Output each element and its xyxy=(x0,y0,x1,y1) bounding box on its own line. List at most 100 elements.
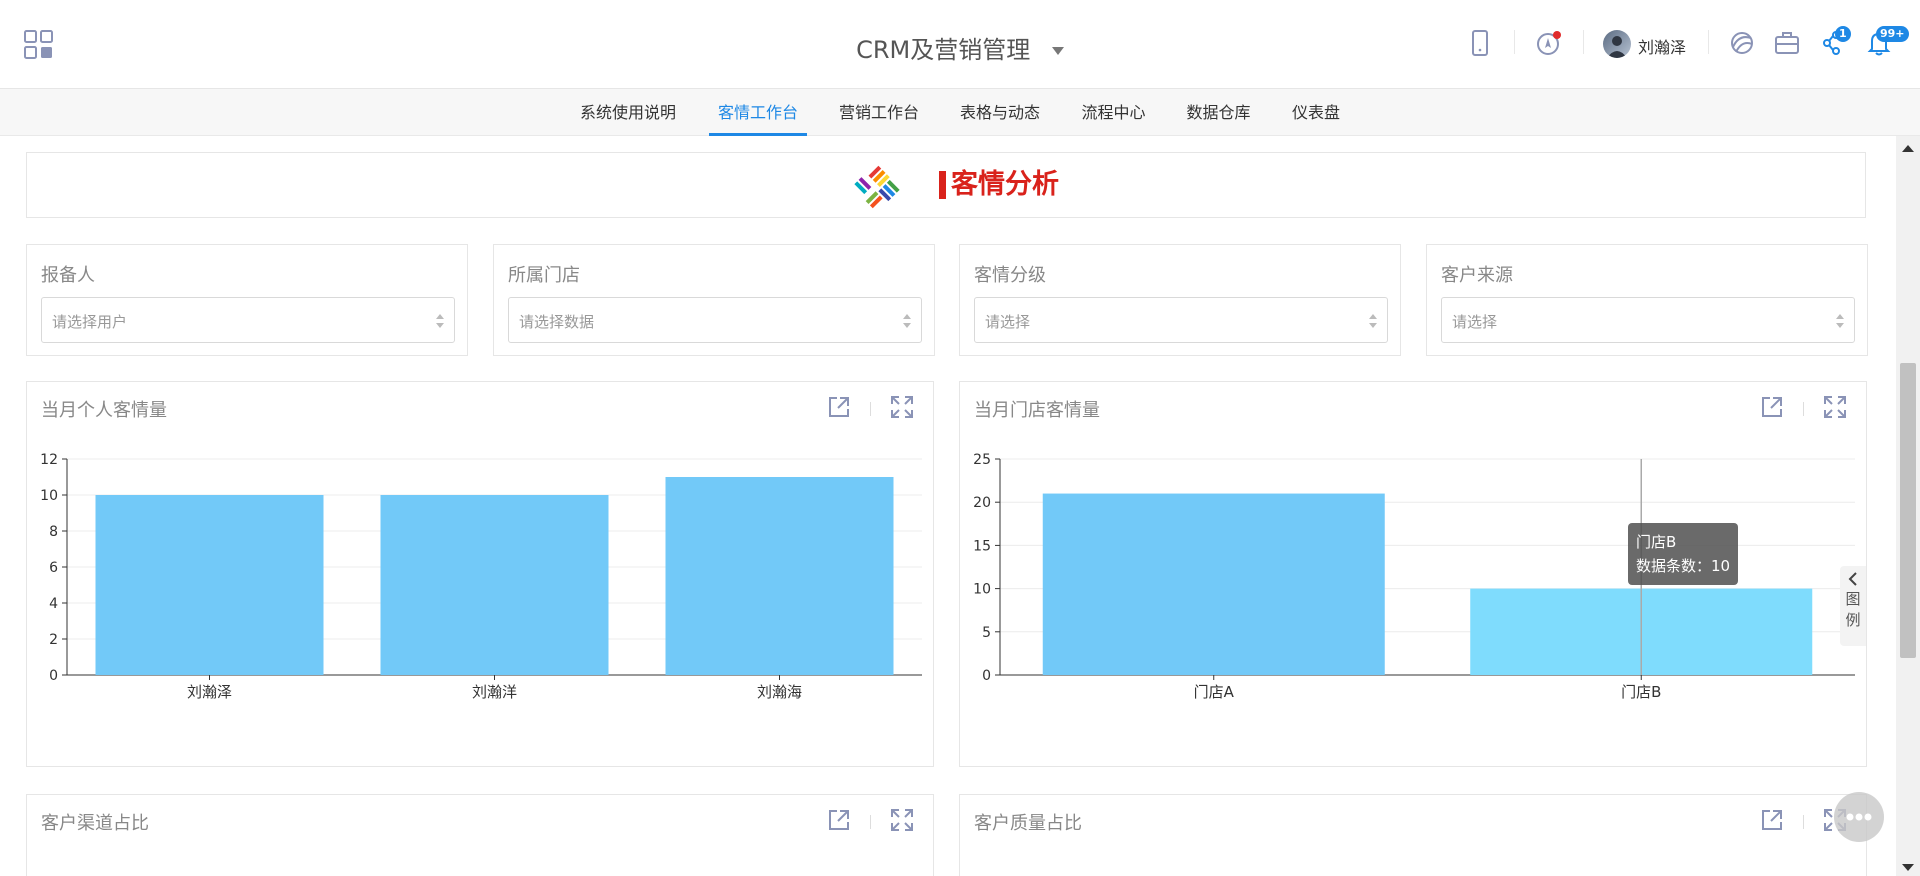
nav-tabs: 系统使用说明 客情工作台 营销工作台 表格与动态 流程中心 数据仓库 仪表盘 xyxy=(0,89,1920,136)
y-tick-label: 20 xyxy=(973,495,991,511)
y-tick-label: 5 xyxy=(982,625,991,641)
chart-tooltip: 门店B 数据条数：10 xyxy=(1628,523,1739,585)
chart-card-channel: 客户渠道占比 xyxy=(26,794,934,876)
mobile-icon[interactable] xyxy=(1465,28,1495,58)
app-title-text: CRM及营销管理 xyxy=(856,36,1031,64)
main-content: 客情分析 报备人 请选择用户 所属门店 请选择数据 客情分级 请选择 客户来源 … xyxy=(0,136,1896,876)
section-banner: 客情分析 xyxy=(26,152,1866,218)
top-header: CRM及营销管理 刘瀚泽 1 99+ xyxy=(0,0,1920,89)
filter-store: 所属门店 请选择数据 xyxy=(493,244,935,356)
select-placeholder: 请选择 xyxy=(985,313,1031,331)
select-placeholder: 请选择数据 xyxy=(519,313,595,331)
fullscreen-icon[interactable] xyxy=(889,394,915,420)
fullscreen-icon[interactable] xyxy=(889,807,915,833)
chevron-left-icon xyxy=(1848,572,1857,586)
tab-dashboard[interactable]: 仪表盘 xyxy=(1290,89,1342,136)
tool-divider xyxy=(1803,815,1804,829)
sort-arrows-icon xyxy=(436,314,444,328)
external-link-icon[interactable] xyxy=(826,807,852,833)
share-icon[interactable] xyxy=(1727,28,1757,58)
x-tick-label: 门店A xyxy=(1194,683,1235,701)
tab-customer-workbench[interactable]: 客情工作台 xyxy=(709,89,807,136)
tab-data-warehouse[interactable]: 数据仓库 xyxy=(1185,89,1252,136)
chart-personal-bar: 0 2 4 6 8 10 12 刘瀚泽 刘瀚洋 刘瀚海 xyxy=(40,452,922,701)
workflow-badge: 1 xyxy=(1835,26,1851,42)
location-icon[interactable] xyxy=(1534,28,1564,58)
external-link-icon[interactable] xyxy=(826,394,852,420)
brand-logo-icon xyxy=(854,165,900,209)
filter-customer-grade: 客情分级 请选择 xyxy=(959,244,1401,356)
header-divider xyxy=(1514,30,1515,54)
filter-label: 所属门店 xyxy=(508,265,580,286)
filter-reporter: 报备人 请选择用户 xyxy=(26,244,468,356)
scrollbar-thumb[interactable] xyxy=(1900,363,1916,658)
filter-customer-source: 客户来源 请选择 xyxy=(1426,244,1868,356)
y-tick-label: 10 xyxy=(973,582,991,598)
bar xyxy=(380,495,609,675)
y-tick-label: 12 xyxy=(40,452,58,468)
filter-label: 客户来源 xyxy=(1441,265,1513,286)
chart-card-personal: 当月个人客情量 0 2 4 6 8 10 12 刘瀚泽 刘瀚洋 刘瀚海 xyxy=(26,381,934,767)
scroll-down-arrow-icon[interactable] xyxy=(1902,864,1914,872)
filter-label: 客情分级 xyxy=(974,265,1046,286)
x-tick-label: 刘瀚泽 xyxy=(187,683,232,701)
grade-select[interactable]: 请选择 xyxy=(974,297,1388,343)
card-title: 当月个人客情量 xyxy=(41,400,167,421)
tab-process-center[interactable]: 流程中心 xyxy=(1080,89,1147,136)
store-select[interactable]: 请选择数据 xyxy=(508,297,922,343)
card-title: 当月门店客情量 xyxy=(974,400,1100,421)
legend-toggle[interactable]: 图 例 xyxy=(1840,566,1866,646)
external-link-icon[interactable] xyxy=(1759,807,1785,833)
card-title: 客户质量占比 xyxy=(974,813,1082,834)
banner-title: 客情分析 xyxy=(939,167,1059,203)
chart-store-bar: 0 5 10 15 20 25 门店A 门店B xyxy=(973,452,1855,701)
scroll-up-arrow-icon[interactable] xyxy=(1902,144,1914,152)
card-title: 客户渠道占比 xyxy=(41,813,149,834)
chart-card-store: 当月门店客情量 0 5 10 15 20 25 门店A 门店B 门店B 数据条数：10 图 例 xyxy=(959,381,1867,767)
tool-divider xyxy=(870,402,871,416)
x-tick-label: 门店B xyxy=(1621,683,1661,701)
y-tick-label: 0 xyxy=(982,668,991,684)
reporter-select[interactable]: 请选择用户 xyxy=(41,297,455,343)
notification-badge: 99+ xyxy=(1876,26,1909,42)
legend-toggle-label: 图 xyxy=(1845,590,1861,608)
avatar-photo-icon xyxy=(1607,36,1627,58)
avatar[interactable] xyxy=(1603,30,1631,58)
legend-toggle-label: 例 xyxy=(1845,611,1861,629)
external-link-icon[interactable] xyxy=(1759,394,1785,420)
app-title[interactable]: CRM及营销管理 xyxy=(0,30,1920,65)
y-tick-label: 4 xyxy=(49,596,58,612)
caret-down-icon xyxy=(1051,47,1064,55)
header-divider xyxy=(1708,30,1709,54)
sort-arrows-icon xyxy=(1369,314,1377,328)
y-tick-label: 6 xyxy=(49,560,58,576)
y-tick-label: 0 xyxy=(49,668,58,684)
tab-marketing-workbench[interactable]: 营销工作台 xyxy=(837,89,921,136)
bar xyxy=(665,477,894,675)
y-tick-label: 25 xyxy=(973,452,991,468)
tooltip-line: 数据条数：10 xyxy=(1636,557,1731,575)
tool-divider xyxy=(1803,402,1804,416)
more-dots-icon xyxy=(1846,813,1872,821)
tab-tables-dynamics[interactable]: 表格与动态 xyxy=(958,89,1042,136)
page-scrollbar[interactable] xyxy=(1896,136,1920,876)
fullscreen-icon[interactable] xyxy=(1822,394,1848,420)
y-tick-label: 15 xyxy=(973,538,991,554)
tab-system-guide[interactable]: 系统使用说明 xyxy=(578,89,678,136)
filter-label: 报备人 xyxy=(41,265,95,286)
bar xyxy=(1042,493,1385,675)
bar xyxy=(95,495,324,675)
sort-arrows-icon xyxy=(903,314,911,328)
select-placeholder: 请选择用户 xyxy=(52,313,128,331)
chart-card-quality: 客户质量占比 xyxy=(959,794,1867,876)
sort-arrows-icon xyxy=(1836,314,1844,328)
tool-divider xyxy=(870,815,871,829)
y-tick-label: 10 xyxy=(40,488,58,504)
floating-more-button[interactable] xyxy=(1834,792,1884,842)
user-name[interactable]: 刘瀚泽 xyxy=(1638,34,1686,58)
x-tick-label: 刘瀚洋 xyxy=(472,683,517,701)
briefcase-icon[interactable] xyxy=(1772,28,1802,58)
header-divider xyxy=(1583,30,1584,54)
source-select[interactable]: 请选择 xyxy=(1441,297,1855,343)
select-placeholder: 请选择 xyxy=(1452,313,1498,331)
